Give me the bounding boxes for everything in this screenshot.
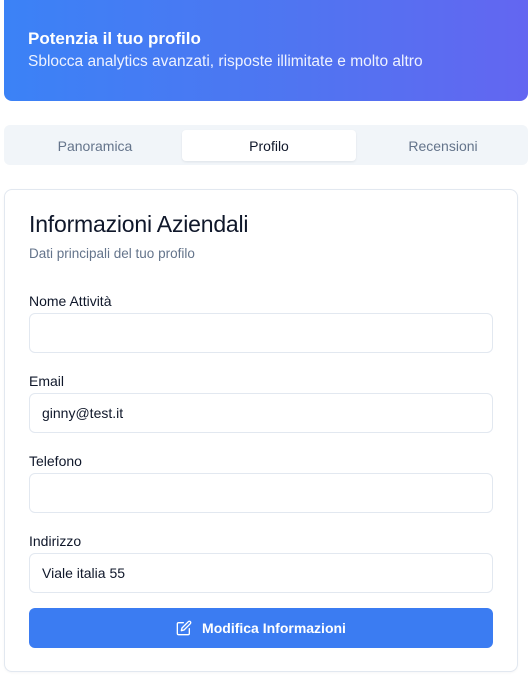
card-subtitle: Dati principali del tuo profilo (29, 246, 195, 261)
edit-icon (176, 620, 192, 636)
email-label: Email (29, 373, 65, 389)
edit-info-button-label: Modifica Informazioni (202, 620, 346, 636)
phone-input[interactable] (29, 473, 493, 513)
edit-info-button[interactable]: Modifica Informazioni (29, 608, 493, 648)
address-input[interactable] (29, 553, 493, 593)
banner-subtitle: Sblocca analytics avanzati, risposte ill… (28, 53, 423, 70)
phone-label: Telefono (29, 453, 82, 469)
business-name-input[interactable] (29, 313, 493, 353)
business-name-label: Nome Attività (29, 293, 112, 309)
tab-recensioni[interactable]: Recensioni (356, 130, 528, 161)
tab-list: Panoramica Profilo Recensioni (4, 125, 528, 165)
upgrade-banner[interactable]: Potenzia il tuo profilo Sblocca analytic… (4, 0, 528, 101)
tab-profilo[interactable]: Profilo (182, 130, 356, 161)
business-info-card: Informazioni Aziendali Dati principali d… (4, 189, 518, 672)
tab-panoramica[interactable]: Panoramica (8, 130, 182, 161)
banner-title: Potenzia il tuo profilo (28, 29, 201, 48)
email-input[interactable] (29, 393, 493, 433)
card-title: Informazioni Aziendali (29, 211, 249, 237)
address-label: Indirizzo (29, 533, 82, 549)
